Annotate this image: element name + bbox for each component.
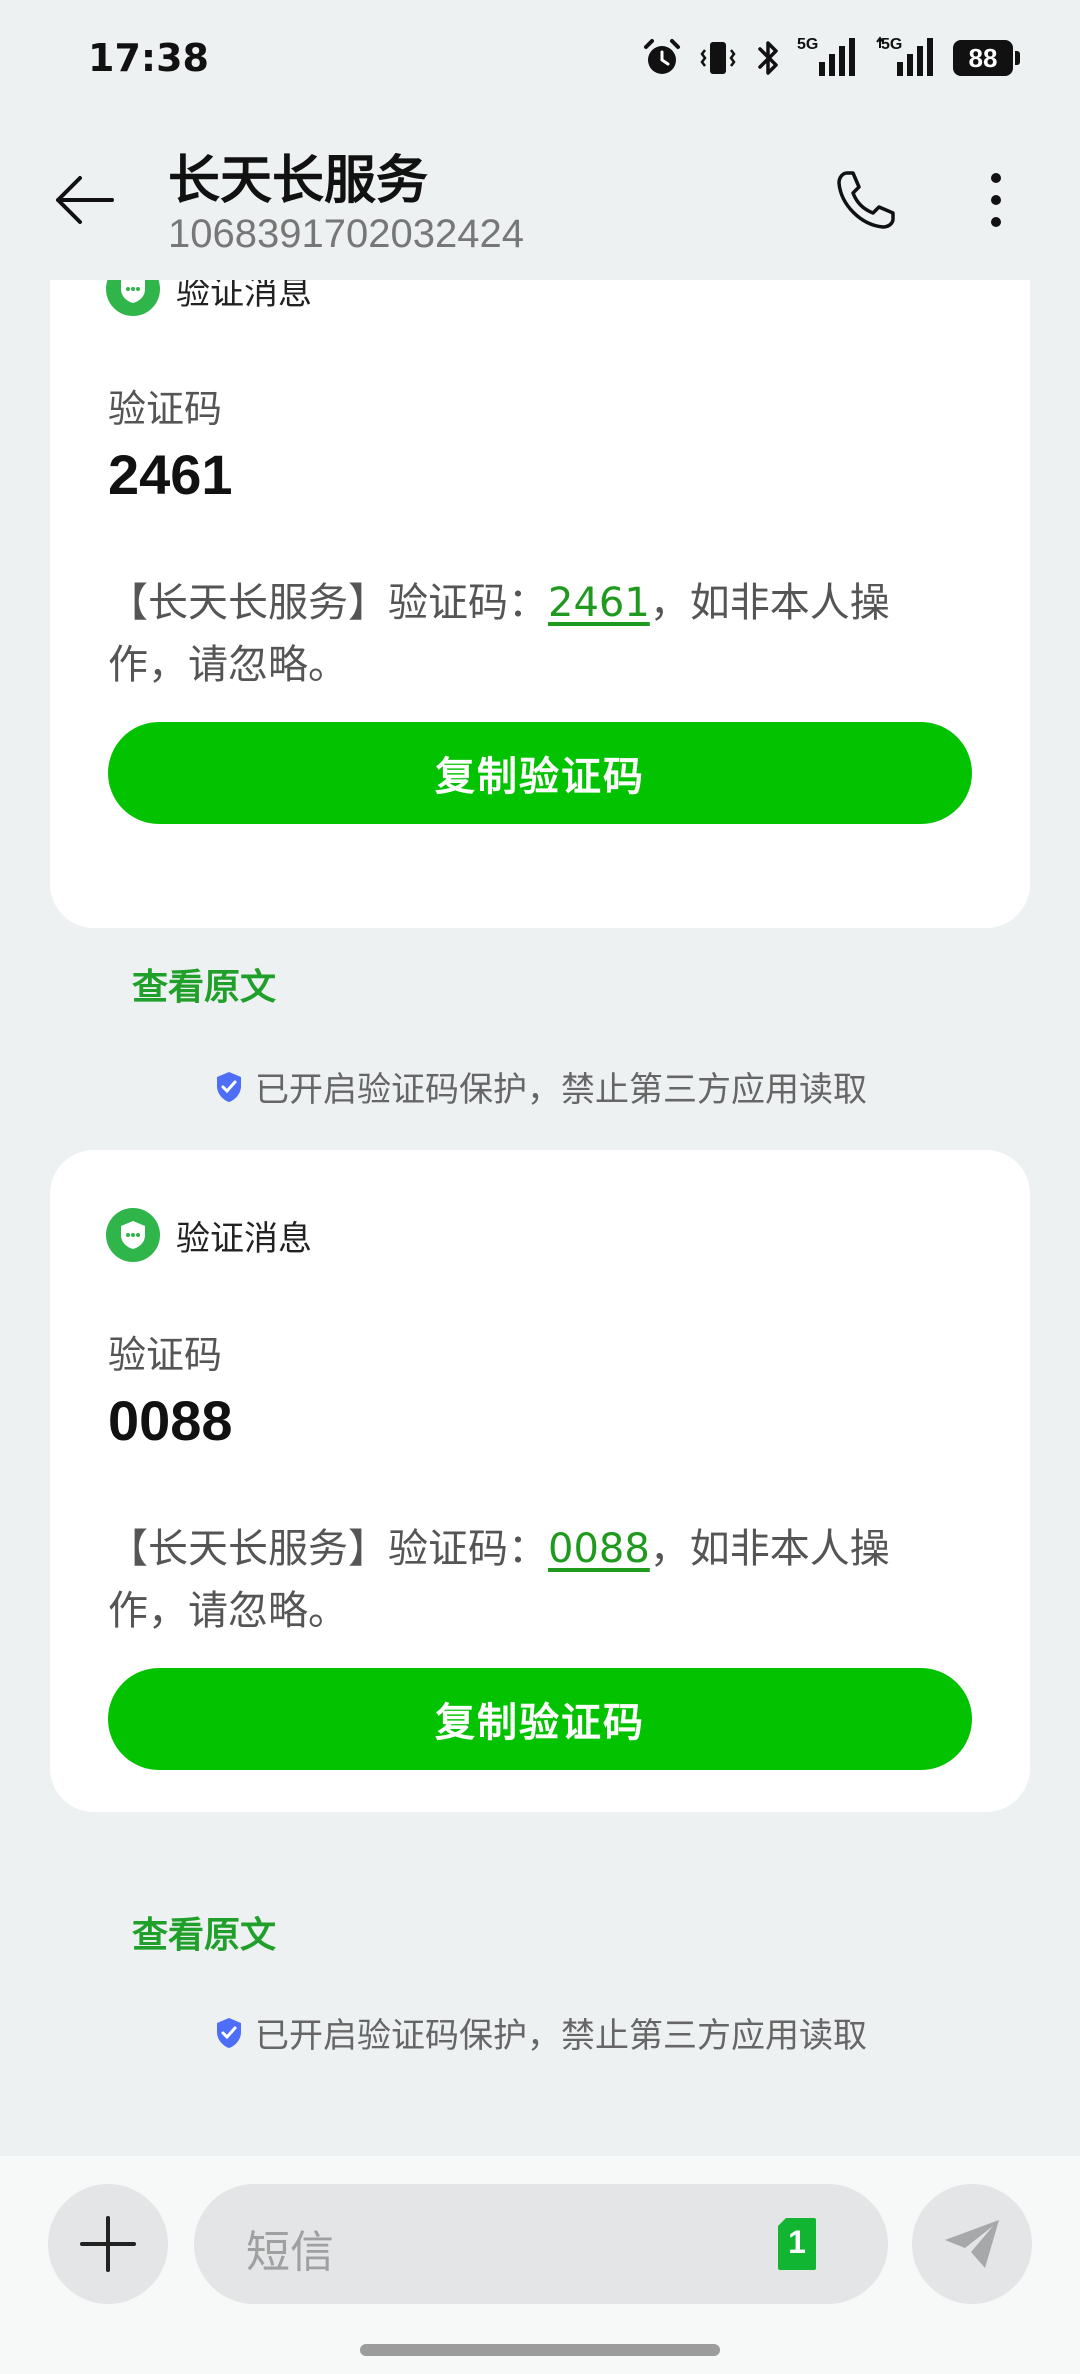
back-arrow-icon	[56, 176, 114, 224]
conversation-header: 长天长服务 1068391702032424	[0, 120, 1080, 280]
contact-name: 长天长服务	[168, 151, 429, 211]
protection-note: 已开启验证码保护，禁止第三方应用读取	[0, 2008, 1080, 2057]
verification-message-card: 验证消息 验证码 0088 【长天长服务】验证码：0088，如非本人操作，请忽略…	[50, 1150, 1030, 1812]
protection-note: 已开启验证码保护，禁止第三方应用读取	[0, 1062, 1080, 1111]
home-indicator[interactable]	[360, 2344, 720, 2356]
more-vertical-icon	[991, 173, 1001, 227]
shield-check-icon	[217, 1071, 241, 1102]
sim-slot-number: 1	[788, 2224, 806, 2260]
add-attachment-button[interactable]	[48, 2184, 168, 2304]
view-original-link[interactable]: 查看原文	[132, 958, 276, 1010]
verification-message-card: 验证消息 验证码 2461 【长天长服务】验证码：2461，如非本人操作，请忽略…	[50, 276, 1030, 928]
call-button[interactable]	[826, 160, 906, 240]
message-input-placeholder: 短信	[246, 2227, 334, 2278]
verification-code[interactable]: 0088	[108, 1388, 233, 1453]
send-button[interactable]	[912, 2184, 1032, 2304]
vibrate-icon	[697, 37, 739, 79]
message-tag: 验证消息	[106, 1208, 312, 1262]
view-original-link[interactable]: 查看原文	[132, 1906, 276, 1958]
code-label: 验证码	[108, 387, 223, 431]
signal-icon: 5G	[797, 36, 861, 80]
message-text: 【长天长服务】验证码：0088，如非本人操作，请忽略。	[108, 1518, 968, 1642]
sim-card-selector[interactable]: 1	[776, 2216, 818, 2272]
conversation-screen: 17:38 5G 5G 88 长天长服务 1068391702032424 验证…	[0, 0, 1080, 2374]
message-tag-label: 验证消息	[176, 276, 312, 313]
status-time: 17:38	[88, 36, 209, 80]
status-icons: 5G 5G 88	[641, 34, 1020, 82]
alarm-icon	[641, 37, 683, 79]
protection-note-text: 已开启验证码保护，禁止第三方应用读取	[255, 2016, 867, 2056]
message-list[interactable]: 验证消息 验证码 2461 【长天长服务】验证码：2461，如非本人操作，请忽略…	[0, 276, 1080, 2156]
copy-code-button[interactable]: 复制验证码	[108, 722, 972, 824]
code-link[interactable]: 2461	[548, 580, 650, 626]
send-icon	[945, 2220, 999, 2268]
phone-icon	[837, 171, 895, 229]
shield-check-icon	[217, 2017, 241, 2048]
message-text-before: 【长天长服务】验证码：	[108, 1526, 548, 1572]
status-bar: 17:38 5G 5G 88	[0, 0, 1080, 120]
protection-note-text: 已开启验证码保护，禁止第三方应用读取	[255, 1070, 867, 1110]
more-options-button[interactable]	[956, 160, 1036, 240]
back-button[interactable]	[44, 160, 124, 240]
verification-code[interactable]: 2461	[108, 442, 233, 507]
message-text: 【长天长服务】验证码：2461，如非本人操作，请忽略。	[108, 572, 968, 696]
shield-message-icon	[106, 276, 160, 316]
shield-message-icon	[106, 1208, 160, 1262]
code-link[interactable]: 0088	[548, 1526, 650, 1572]
bluetooth-icon	[753, 37, 783, 79]
plus-icon	[80, 2216, 136, 2272]
message-tag-label: 验证消息	[176, 1218, 312, 1259]
composer-bar: 短信 1	[0, 2156, 1080, 2374]
battery-icon: 88	[953, 40, 1020, 76]
signal-icon-2: 5G	[875, 36, 939, 80]
message-tag: 验证消息	[106, 276, 312, 316]
message-input[interactable]: 短信 1	[194, 2184, 888, 2304]
message-text-before: 【长天长服务】验证码：	[108, 580, 548, 626]
copy-code-button[interactable]: 复制验证码	[108, 1668, 972, 1770]
contact-number: 1068391702032424	[168, 212, 524, 256]
code-label: 验证码	[108, 1333, 223, 1377]
battery-level: 88	[953, 40, 1013, 76]
